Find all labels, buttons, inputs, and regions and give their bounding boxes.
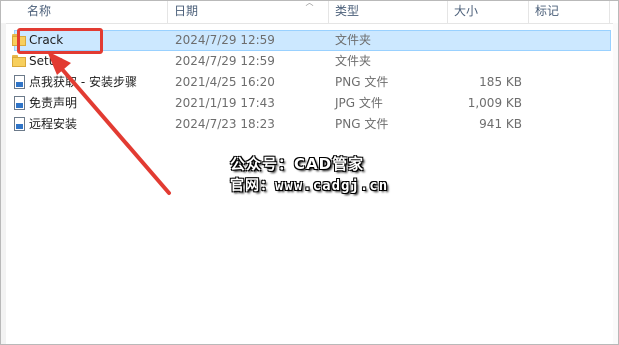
vertical-scrollbar[interactable] bbox=[613, 23, 618, 344]
watermark-line-wechat: 公众号：CAD管家 bbox=[230, 155, 365, 173]
file-explorer-list: ︿ 名称 日期 类型 大小 标记 Crack 2024/7/29 12:59 文… bbox=[0, 0, 619, 345]
watermark-line-website: 官网：www.cadgj.cn bbox=[230, 178, 389, 194]
watermark: 公众号：CAD管家 官网：www.cadgj.cn bbox=[230, 153, 388, 197]
